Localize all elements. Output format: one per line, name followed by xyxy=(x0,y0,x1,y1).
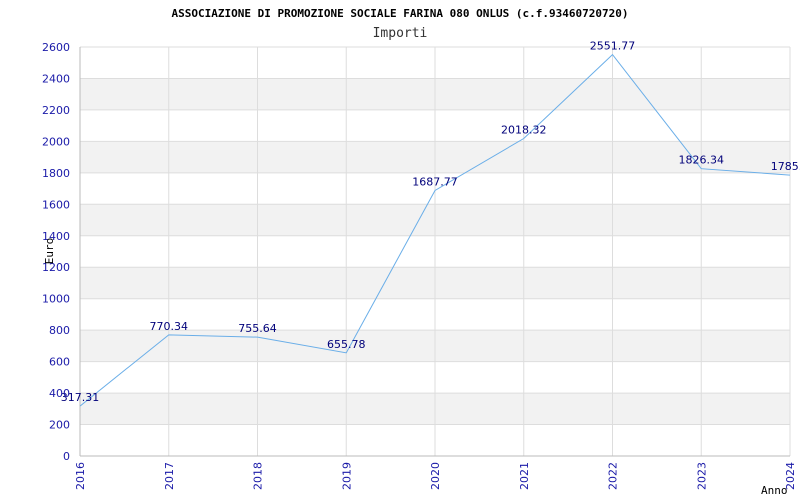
y-tick-label: 2400 xyxy=(42,72,70,85)
data-label: 1785.4 xyxy=(771,160,800,173)
x-axis-label: Anno xyxy=(761,484,788,497)
data-label: 770.34 xyxy=(150,320,189,333)
data-label: 655.78 xyxy=(327,338,366,351)
x-tick-label: 2019 xyxy=(340,462,353,490)
y-tick-label: 2600 xyxy=(42,41,70,54)
x-tick-label: 2021 xyxy=(518,462,531,490)
y-tick-label: 2000 xyxy=(42,135,70,148)
data-label: 2018.32 xyxy=(501,124,547,137)
y-tick-label: 1600 xyxy=(42,198,70,211)
x-tick-label: 2017 xyxy=(163,462,176,490)
y-tick-label: 1800 xyxy=(42,167,70,180)
data-label: 1687.77 xyxy=(412,176,458,189)
chart-container: 317.31 770.34 755.64 655.78 1687.77 2018.32 25… xyxy=(0,0,800,500)
chart-title: ASSOCIAZIONE DI PROMOZIONE SOCIALE FARIN… xyxy=(172,7,629,20)
x-tick-label: 2016 xyxy=(74,462,87,490)
x-tick-label: 2020 xyxy=(429,462,442,490)
chart-subtitle: Importi xyxy=(373,26,428,41)
y-tick-label: 600 xyxy=(49,356,70,369)
y-tick-label: 1000 xyxy=(42,293,70,306)
data-label: 755.64 xyxy=(238,322,277,335)
x-tick-label: 2022 xyxy=(607,462,620,490)
x-tick-label: 2018 xyxy=(252,462,265,490)
data-label: 2551.77 xyxy=(590,40,636,53)
y-tick-label: 400 xyxy=(49,387,70,400)
data-label: 1826.34 xyxy=(679,154,725,167)
y-axis-label: Euro xyxy=(43,238,56,265)
y-tick-label: 2200 xyxy=(42,104,70,117)
x-tick-labels: 2016 2017 2018 2019 2020 2021 2022 2023 2024 xyxy=(74,462,797,490)
line-chart: 317.31770.34 755.64655.781687.772018.3225… xyxy=(42,7,800,497)
y-tick-label: 200 xyxy=(49,419,70,432)
x-tick-label: 2023 xyxy=(695,462,708,490)
y-tick-label: 800 xyxy=(49,324,70,337)
y-tick-label: 0 xyxy=(63,450,70,463)
